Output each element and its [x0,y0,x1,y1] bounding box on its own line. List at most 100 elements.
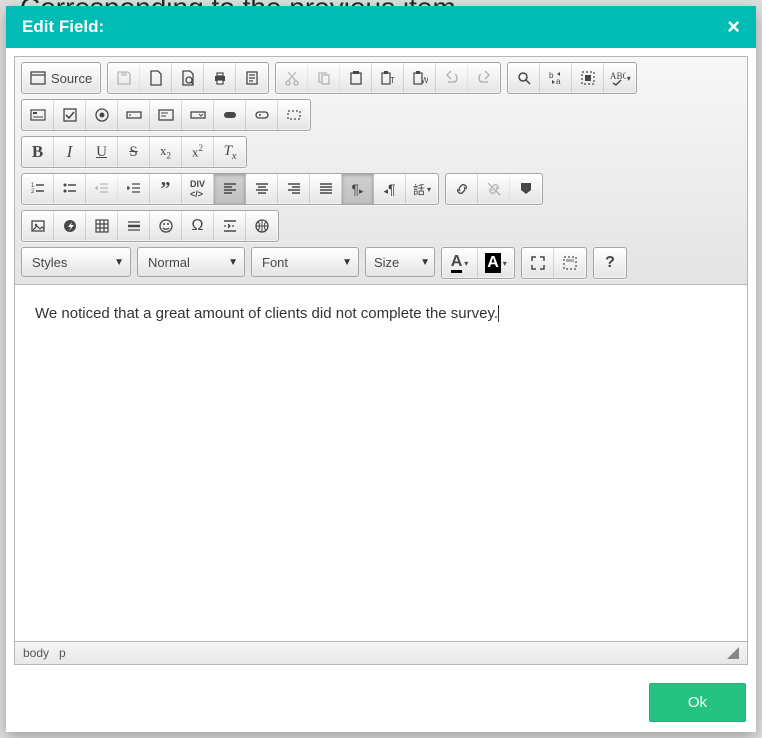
bullet-list-button[interactable] [54,174,86,204]
close-icon[interactable]: × [727,16,740,38]
redo-icon [476,70,492,86]
spellcheck-button[interactable]: ABC▾ [604,63,636,93]
show-blocks-button[interactable] [554,248,586,278]
format-dropdown[interactable]: Normal ▼ [137,247,245,277]
subscript-button[interactable]: x2 [150,137,182,167]
align-right-icon [286,181,302,197]
strike-icon: S [129,144,137,161]
align-center-button[interactable] [246,174,278,204]
select-all-button[interactable] [572,63,604,93]
italic-button[interactable]: I [54,137,86,167]
paste-word-button[interactable]: W [404,63,436,93]
bold-icon: B [32,142,43,162]
textfield-button[interactable] [118,100,150,130]
button-control-button[interactable] [214,100,246,130]
italic-icon: I [67,142,73,162]
strike-button[interactable]: S [118,137,150,167]
form-icon [30,107,46,123]
page-break-button[interactable] [214,211,246,241]
path-p[interactable]: p [59,646,66,660]
text-color-button[interactable]: A▾ [442,248,478,278]
link-button[interactable] [446,174,478,204]
bg-color-button[interactable]: A▾ [478,248,514,278]
format-label: Normal [148,255,190,270]
copy-button [308,63,340,93]
ol-icon: 12 [30,181,46,197]
source-label: Source [51,71,92,86]
image-button-button[interactable] [246,100,278,130]
underline-button[interactable]: U [86,137,118,167]
superscript-button[interactable]: x2 [182,137,214,167]
form-button[interactable] [22,100,54,130]
rtl-button[interactable]: ◂¶ [374,174,406,204]
align-left-button[interactable] [214,174,246,204]
paste-button[interactable] [340,63,372,93]
undo-icon [444,70,460,86]
numbered-list-button[interactable]: 12 [22,174,54,204]
anchor-icon [518,181,534,197]
remove-format-icon: Tx [224,143,237,162]
cut-icon [284,70,300,86]
flash-icon [62,218,78,234]
about-button[interactable]: ? [594,248,626,278]
flash-button[interactable] [54,211,86,241]
bold-button[interactable]: B [22,137,54,167]
ok-button[interactable]: Ok [649,683,746,722]
source-button[interactable]: Source [22,63,100,93]
image-button-icon [254,107,270,123]
anchor-button[interactable] [510,174,542,204]
remove-format-button[interactable]: Tx [214,137,246,167]
textarea-button[interactable] [150,100,182,130]
maximize-button[interactable] [522,248,554,278]
outdent-icon [94,181,110,197]
new-page-button[interactable] [140,63,172,93]
styles-dropdown[interactable]: Styles ▼ [21,247,131,277]
new-page-icon [148,70,164,86]
iframe-button[interactable] [246,211,278,241]
text-color-icon: A [451,254,463,273]
create-div-button[interactable]: DIV</> [182,174,214,204]
bg-color-icon: A [485,253,501,272]
language-button[interactable]: 話▾ [406,174,438,204]
select-button[interactable] [182,100,214,130]
select-all-icon [580,70,596,86]
hidden-field-icon [286,107,302,123]
caret-icon: ▼ [342,257,352,268]
hr-button[interactable] [118,211,150,241]
backdrop: Corresponding to the previous item Edit … [0,0,762,738]
radio-button[interactable] [86,100,118,130]
size-dropdown[interactable]: Size ▼ [365,247,435,277]
preview-button[interactable] [172,63,204,93]
blockquote-button[interactable]: ” [150,174,182,204]
print-button[interactable] [204,63,236,93]
replace-button[interactable]: ba [540,63,572,93]
cut-button [276,63,308,93]
redo-button [468,63,500,93]
editor-content[interactable]: We noticed that a great amount of client… [15,285,747,641]
print-icon [212,70,228,86]
smiley-button[interactable] [150,211,182,241]
special-char-button[interactable]: Ω [182,211,214,241]
find-button[interactable] [508,63,540,93]
hidden-field-button[interactable] [278,100,310,130]
size-label: Size [374,255,399,270]
templates-button[interactable] [236,63,268,93]
path-body[interactable]: body [23,646,49,660]
image-button[interactable] [22,211,54,241]
indent-button[interactable] [118,174,150,204]
ltr-button[interactable]: ¶▸ [342,174,374,204]
select-icon [190,107,206,123]
align-right-button[interactable] [278,174,310,204]
svg-text:T: T [390,76,395,85]
align-justify-button[interactable] [310,174,342,204]
smiley-icon [158,218,174,234]
omega-icon: Ω [192,217,204,235]
table-button[interactable] [86,211,118,241]
hr-icon [126,218,142,234]
paste-text-button[interactable]: T [372,63,404,93]
checkbox-button[interactable] [54,100,86,130]
caret-icon: ▼ [114,257,124,268]
div-icon: DIV</> [190,179,205,199]
font-dropdown[interactable]: Font ▼ [251,247,359,277]
resize-handle[interactable] [727,647,739,659]
